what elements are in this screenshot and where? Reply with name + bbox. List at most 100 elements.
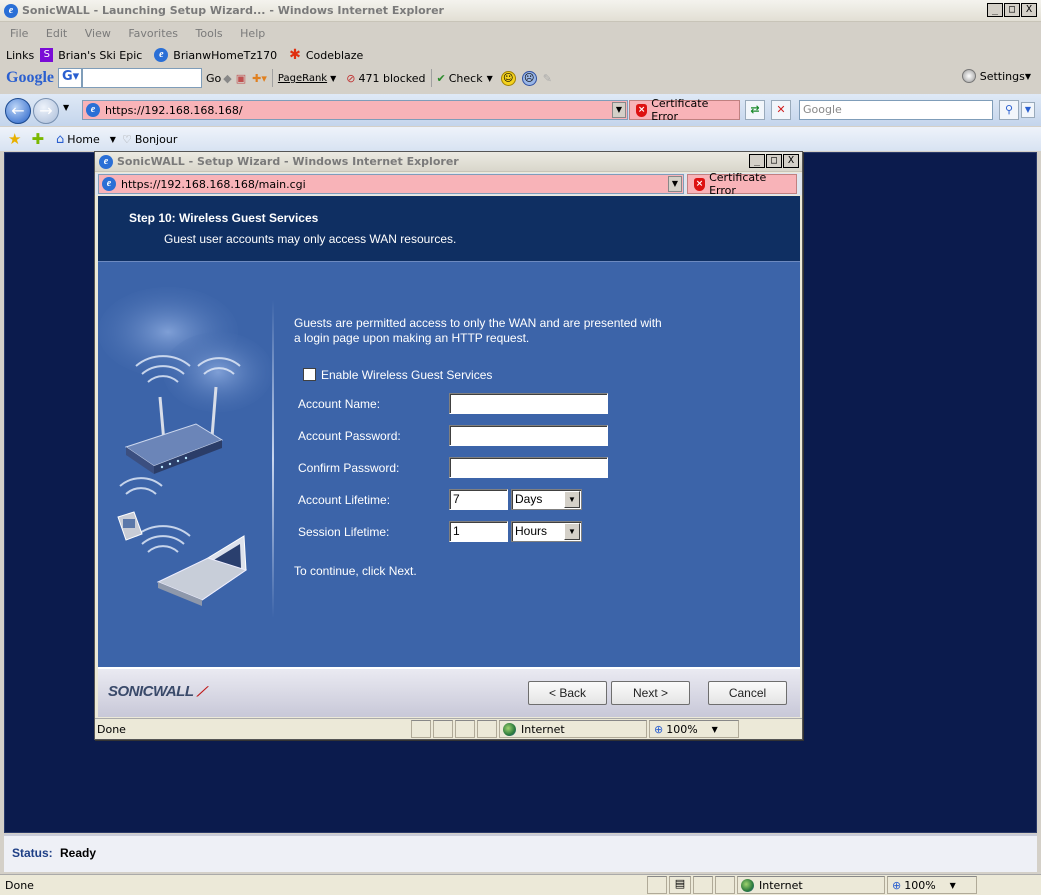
address-dropdown-icon[interactable]: ▼ [668, 176, 682, 192]
favorites-star-icon[interactable]: ★ [8, 130, 21, 148]
menu-help[interactable]: Help [240, 27, 265, 40]
enable-guest-services-checkbox[interactable] [303, 368, 316, 381]
zone-label: Internet [759, 878, 803, 892]
search-options-icon[interactable]: ▼ [1021, 102, 1035, 118]
certificate-error-button[interactable]: × Certificate Error [629, 97, 740, 123]
back-button[interactable]: ← [5, 98, 31, 124]
zoom-icon: ⊕ [654, 722, 664, 736]
address-field[interactable]: e https://192.168.168.168/ ▼ [82, 100, 628, 120]
enable-guest-services-label[interactable]: Enable Wireless Guest Services [321, 368, 492, 382]
divider [272, 300, 274, 618]
bonjour-icon[interactable]: ♡ [122, 133, 132, 146]
session-lifetime-field[interactable]: 1 [449, 521, 508, 542]
status-cell [433, 720, 453, 738]
sonicwall-logo-text: SONICWALL [108, 683, 194, 700]
status-cell [477, 720, 497, 738]
maximize-button[interactable]: □ [766, 154, 782, 168]
browser-status-text: Done [5, 878, 34, 892]
status-cell [715, 876, 735, 894]
menu-view[interactable]: View [85, 27, 111, 40]
google-search-input[interactable] [82, 68, 202, 88]
search-input[interactable]: Google [799, 100, 993, 120]
forward-button[interactable]: → [33, 98, 59, 124]
settings-button[interactable]: Settings ▼ [961, 69, 1031, 83]
continue-instruction: To continue, click Next. [294, 564, 417, 578]
menu-edit[interactable]: Edit [46, 27, 67, 40]
account-lifetime-unit-select[interactable]: Days ▼ [511, 489, 582, 510]
browser-status-bar: Done ▤ Internet ⊕ 100% ▼ [0, 874, 1041, 895]
home-icon[interactable]: ⌂ [56, 132, 64, 147]
home-button[interactable]: Home [67, 133, 99, 146]
google-toolbar: Google G▾ Go ◆ ▣ ✚▾ PageRank ▼ ⊘ 471 blo… [0, 66, 1041, 90]
popup-blocker-icon[interactable]: ⊘ [346, 72, 355, 85]
next-button[interactable]: Next > [611, 681, 690, 705]
zoom-control[interactable]: ⊕ 100% ▼ [887, 876, 977, 894]
minimize-button[interactable]: _ [749, 154, 765, 168]
stop-button[interactable]: ✕ [771, 100, 791, 120]
account-lifetime-unit: Days [515, 492, 543, 506]
link-ski-epic[interactable]: Brian's Ski Epic [58, 49, 142, 62]
pencil-icon[interactable]: ✎ [543, 72, 552, 85]
cancel-button[interactable]: Cancel [708, 681, 787, 705]
arrows-icon[interactable]: ◆ [223, 72, 231, 85]
popup-address-field[interactable]: e https://192.168.168.168/main.cgi ▼ [98, 174, 684, 194]
smiley-sad-icon[interactable]: ☹ [521, 70, 537, 86]
menu-file[interactable]: File [10, 27, 28, 40]
back-button[interactable]: < Back [528, 681, 607, 705]
links-label: Links [6, 48, 35, 62]
popup-certificate-error-button[interactable]: × Certificate Error [687, 171, 797, 197]
zoom-icon: ⊕ [892, 878, 902, 892]
minimize-button[interactable]: _ [987, 3, 1003, 17]
account-password-field[interactable] [449, 425, 608, 446]
globe-icon [503, 722, 516, 736]
account-lifetime-field[interactable]: 7 [449, 489, 508, 510]
sonicwall-logo: SONICWALL ⟋ [108, 683, 206, 700]
chevron-down-icon: ▼ [1024, 71, 1031, 81]
google-logo[interactable]: Google [6, 69, 54, 87]
popup-window-controls: _ □ X [749, 154, 799, 168]
address-dropdown-icon[interactable]: ▼ [612, 102, 626, 118]
status-cell [411, 720, 431, 738]
session-lifetime-unit-select[interactable]: Hours ▼ [511, 521, 582, 542]
link-brianwhometz170[interactable]: BrianwHomeTz170 [173, 49, 277, 62]
history-dropdown-icon[interactable]: ▼ [63, 103, 69, 112]
close-button[interactable]: X [783, 154, 799, 168]
confirm-password-field[interactable] [449, 457, 608, 478]
google-g-icon[interactable]: G▾ [58, 68, 82, 88]
wizard-body: Guests are permitted access to only the … [98, 262, 800, 667]
add-favorite-icon[interactable]: ✚ [31, 130, 44, 148]
popup-address-row: e https://192.168.168.168/main.cgi ▼ × C… [95, 171, 802, 197]
pagerank-label: PageRank [277, 72, 328, 84]
news-icon[interactable]: ▣ [236, 72, 246, 85]
account-name-field[interactable] [449, 393, 608, 414]
chevron-down-icon[interactable]: ▼ [110, 135, 116, 144]
chevron-down-icon[interactable]: ▼ [487, 74, 493, 83]
address-bar-row: ← → ▼ e https://192.168.168.168/ ▼ × Cer… [0, 94, 1041, 126]
link-codeblaze[interactable]: Codeblaze [306, 49, 363, 62]
pagerank-indicator[interactable]: PageRank ▼ [278, 73, 336, 84]
menu-bar: File Edit View Favorites Tools Help [0, 24, 1041, 44]
refresh-button[interactable]: ⇄ [745, 100, 765, 120]
spellcheck-button[interactable]: Check [449, 72, 483, 85]
popup-blocked-count[interactable]: 471 blocked [358, 72, 425, 85]
close-button[interactable]: X [1021, 3, 1037, 17]
popup-zone-indicator[interactable]: Internet [499, 720, 647, 738]
smiley-happy-icon[interactable]: ☺ [500, 70, 516, 86]
popup-zoom-control[interactable]: ⊕ 100% ▼ [649, 720, 739, 738]
maximize-button[interactable]: □ [1004, 3, 1020, 17]
step-subtitle: Guest user accounts may only access WAN … [164, 232, 457, 246]
menu-tools[interactable]: Tools [196, 27, 223, 40]
outer-title-bar: e SonicWALL - Launching Setup Wizard... … [0, 0, 1041, 22]
puzzle-icon[interactable]: ✚▾ [252, 72, 267, 85]
shield-icon: × [694, 177, 706, 191]
search-button[interactable]: ⚲ [999, 100, 1019, 120]
menu-favorites[interactable]: Favorites [128, 27, 178, 40]
spellcheck-icon[interactable]: ✔ [437, 72, 446, 85]
popup-title: SonicWALL - Setup Wizard - Windows Inter… [117, 155, 459, 168]
wizard-footer: SONICWALL ⟋ < Back Next > Cancel [98, 667, 800, 717]
step-title: Step 10: Wireless Guest Services [129, 211, 319, 225]
google-go-button[interactable]: Go [206, 72, 221, 85]
zone-indicator[interactable]: Internet [737, 876, 885, 894]
bonjour-button[interactable]: Bonjour [135, 133, 178, 146]
chevron-down-icon: ▼ [330, 73, 337, 83]
